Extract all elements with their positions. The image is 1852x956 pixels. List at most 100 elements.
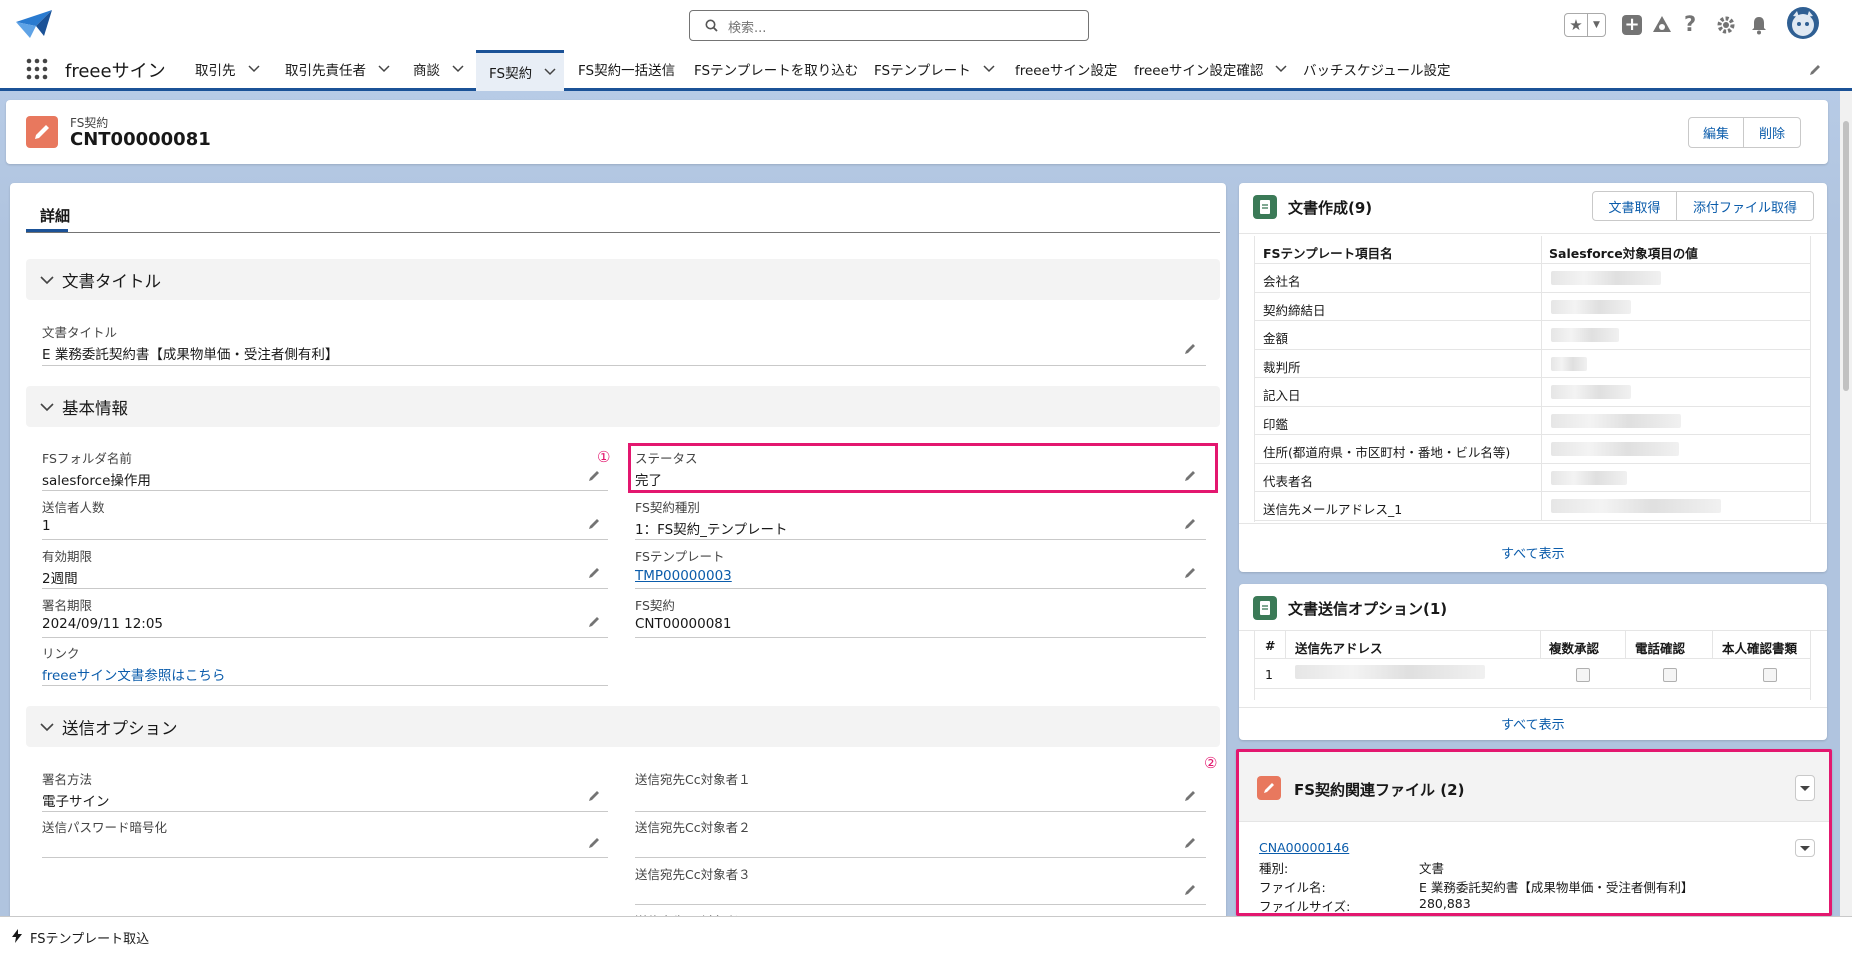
global-actions-icon[interactable]: + (1622, 15, 1642, 35)
user-avatar[interactable] (1787, 7, 1819, 39)
related-file-link[interactable]: CNA00000146 (1259, 840, 1349, 855)
pencil-icon[interactable] (1183, 469, 1197, 483)
pencil-icon[interactable] (587, 517, 601, 531)
doc-create-card: 文書作成(9) 文書取得 添付ファイル取得 FSテンプレート項目名 Salesf… (1239, 183, 1827, 572)
chevron-down-icon[interactable] (452, 65, 464, 73)
related-files-title[interactable]: FS契約関連ファイル (2) (1294, 779, 1464, 800)
tab-detail[interactable]: 詳細 (40, 205, 70, 226)
column-divider (1285, 631, 1286, 659)
help-icon[interactable]: ? (1684, 12, 1696, 36)
document-icon (1253, 195, 1277, 219)
section-send-options-header[interactable]: 送信オプション (26, 706, 1220, 747)
column-divider (1541, 378, 1542, 406)
id-doc-checkbox[interactable] (1763, 668, 1777, 682)
pencil-icon[interactable] (1183, 836, 1197, 850)
utility-fs-template-import[interactable]: FSテンプレート取込 (30, 928, 149, 947)
redacted-value (1551, 470, 1627, 485)
get-attachment-button[interactable]: 添付ファイル取得 (1676, 191, 1814, 221)
tab-opportunities[interactable]: 商談 (413, 50, 464, 88)
field-value-status: 完了 (635, 473, 662, 489)
field-label-cc3: 送信宛先Cc対象者３ (635, 867, 751, 882)
file-name-value: E 業務委託契約書【成果物単価・受注者側有利】 (1419, 880, 1694, 895)
pencil-icon[interactable] (587, 789, 601, 803)
tab-fs-template-import[interactable]: FSテンプレートを取り込む (694, 50, 858, 88)
column-header: # (1265, 638, 1276, 653)
chevron-down-icon (1800, 846, 1810, 851)
lightning-icon (11, 929, 23, 943)
freee-sign-doc-link[interactable]: freeeサイン文書参照はこちら (42, 664, 225, 684)
column-header: 送信先アドレス (1295, 641, 1383, 656)
global-search-input[interactable]: 検索... (689, 10, 1089, 41)
send-options-title[interactable]: 文書送信オプション(1) (1288, 598, 1447, 619)
tab-accounts[interactable]: 取引先 (195, 50, 260, 88)
pencil-icon[interactable] (587, 615, 601, 629)
pencil-icon[interactable] (1183, 789, 1197, 803)
pencil-icon[interactable] (587, 469, 601, 483)
chevron-down-icon (40, 275, 54, 284)
chevron-down-icon[interactable] (247, 65, 260, 73)
redacted-value (1551, 442, 1679, 456)
table-row: 裁判所 (1255, 349, 1810, 378)
field-divider (42, 539, 608, 540)
section-doc-title-header[interactable]: 文書タイトル (26, 259, 1220, 300)
tab-label: FS契約 (489, 66, 533, 82)
pencil-icon[interactable] (1183, 517, 1197, 531)
pencil-icon[interactable] (1183, 342, 1197, 356)
multi-approval-checkbox[interactable] (1576, 668, 1590, 682)
pencil-icon[interactable] (587, 836, 601, 850)
column-header: 電話確認 (1635, 641, 1686, 656)
pencil-icon[interactable] (587, 566, 601, 580)
tab-label: FS契約一括送信 (578, 63, 676, 79)
chevron-down-icon[interactable] (544, 68, 556, 76)
detail-card: 詳細 文書タイトル 文書タイトル E 業務委託契約書【成果物単価・受注者側有利】… (10, 183, 1226, 956)
page-scrollbar[interactable] (1840, 91, 1852, 916)
tab-contacts[interactable]: 取引先責任者 (285, 50, 390, 88)
view-all-link[interactable]: すべて表示 (1501, 543, 1565, 562)
gear-icon[interactable] (1716, 15, 1736, 35)
pencil-icon[interactable] (1183, 883, 1197, 897)
tab-fs-template[interactable]: FSテンプレート (874, 50, 995, 88)
tab-label: FSテンプレート (874, 63, 971, 79)
star-icon: ★ (1569, 16, 1583, 34)
tab-freee-sign-settings-check[interactable]: freeeサイン設定確認 (1134, 50, 1287, 88)
favorites-button[interactable]: ★ ▼ (1564, 13, 1606, 37)
scrollbar-thumb[interactable] (1843, 121, 1849, 391)
tab-fs-bulk-send[interactable]: FS契約一括送信 (578, 50, 675, 88)
chevron-down-icon (40, 402, 54, 411)
table-row: 1 (1255, 659, 1810, 689)
column-divider (1541, 292, 1542, 321)
get-document-button[interactable]: 文書取得 (1592, 191, 1677, 221)
chevron-down-icon[interactable] (983, 65, 995, 73)
section-heading: 文書タイトル (62, 271, 161, 291)
field-value-fs-contract: CNT00000081 (635, 616, 732, 632)
edit-nav-pencil-icon[interactable] (1808, 63, 1822, 77)
column-divider (1541, 236, 1542, 264)
pencil-icon[interactable] (1183, 566, 1197, 580)
section-basic-info-header[interactable]: 基本情報 (26, 386, 1220, 427)
chevron-down-icon[interactable] (1275, 65, 1287, 73)
tab-freee-sign-settings[interactable]: freeeサイン設定 (1015, 50, 1117, 88)
app-launcher-icon[interactable] (26, 58, 48, 80)
tab-divider (26, 232, 1220, 233)
field-divider (42, 365, 1206, 366)
view-all-link[interactable]: すべて表示 (1501, 714, 1565, 733)
related-files-menu-button[interactable] (1795, 775, 1815, 801)
field-divider (42, 588, 608, 589)
file-name-label: ファイル名: (1259, 880, 1326, 895)
redacted-value (1551, 271, 1661, 285)
freee-sign-logo[interactable] (14, 6, 56, 42)
chevron-down-icon[interactable] (378, 65, 390, 73)
edit-button[interactable]: 編集 (1688, 117, 1744, 148)
file-row-menu-button[interactable] (1795, 839, 1815, 857)
field-value-sender-count: 1 (42, 518, 51, 534)
phone-verify-checkbox[interactable] (1663, 668, 1677, 682)
tab-batch-schedule[interactable]: バッチスケジュール設定 (1303, 50, 1451, 88)
fs-template-link[interactable]: TMP00000003 (635, 568, 732, 584)
trailhead-icon[interactable] (1651, 14, 1673, 36)
doc-create-title[interactable]: 文書作成(9) (1288, 197, 1372, 218)
tab-fs-contract[interactable]: FS契約 (476, 50, 564, 91)
delete-button[interactable]: 削除 (1743, 117, 1801, 148)
field-label: 文書タイトル (42, 325, 118, 340)
field-label-password-encryption: 送信パスワード暗号化 (42, 820, 168, 835)
bell-icon[interactable] (1749, 15, 1769, 35)
